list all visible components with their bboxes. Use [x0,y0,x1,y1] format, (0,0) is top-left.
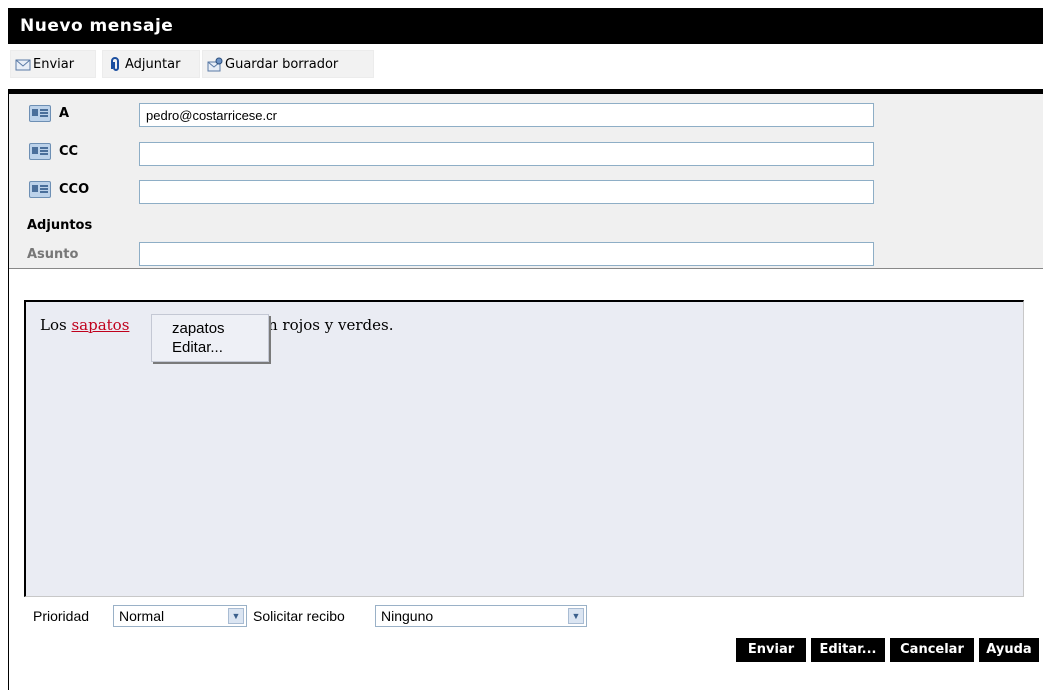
subject-field[interactable] [139,242,874,266]
bcc-field[interactable] [139,180,874,204]
bcc-label-row[interactable]: CCO [27,178,89,200]
send-button[interactable]: Enviar [736,638,806,662]
priority-label: Prioridad [33,608,90,624]
priority-value: Normal [119,608,165,624]
spellcheck-menu: zapatos Editar... [151,314,269,362]
receipt-select[interactable]: Ninguno ▼ [375,605,587,627]
spell-edit-item[interactable]: Editar... [172,339,223,356]
misspelled-word[interactable]: sapatos [71,316,129,334]
save-draft-icon [207,57,223,72]
priority-select[interactable]: Normal ▼ [113,605,247,627]
cc-field[interactable] [139,142,874,166]
attachments-label: Adjuntos [27,218,93,233]
address-book-icon[interactable] [27,102,53,124]
receipt-label: Solicitar recibo [253,608,345,624]
window-title: Nuevo mensaje [8,8,1043,44]
edit-button[interactable]: Editar... [811,638,885,662]
address-book-icon[interactable] [27,140,53,162]
frame-left-border [8,268,9,690]
message-headers: A CC CCO Adjuntos Asunto [8,94,1043,268]
envelope-icon [15,59,31,71]
address-book-icon[interactable] [27,178,53,200]
to-label: A [59,105,70,121]
body-text-after: n rojos y verdes. [268,316,394,334]
save-draft-button[interactable]: Guardar borrador [202,50,374,78]
to-label-row[interactable]: A [27,102,69,124]
attach-toolbar-label: Adjuntar [125,56,181,72]
cancel-button[interactable]: Cancelar [890,638,974,662]
receipt-value: Ninguno [381,608,434,624]
paperclip-icon [111,57,119,71]
save-draft-label: Guardar borrador [225,56,339,72]
body-text: Los sapatos [40,316,129,334]
attach-toolbar-button[interactable]: Adjuntar [102,50,200,78]
send-toolbar-label: Enviar [33,56,75,72]
chevron-down-icon[interactable]: ▼ [568,608,584,624]
help-button[interactable]: Ayuda [979,638,1039,662]
cc-label: CC [59,143,79,159]
bcc-label: CCO [59,181,90,197]
headers-bottom-divider [8,268,1043,269]
body-text-before: Los [40,316,72,334]
chevron-down-icon[interactable]: ▼ [228,608,244,624]
send-toolbar-button[interactable]: Enviar [10,50,96,78]
cc-label-row[interactable]: CC [27,140,78,162]
to-field[interactable] [139,103,874,127]
spell-suggestion-item[interactable]: zapatos [172,320,225,337]
subject-label: Asunto [27,247,79,262]
